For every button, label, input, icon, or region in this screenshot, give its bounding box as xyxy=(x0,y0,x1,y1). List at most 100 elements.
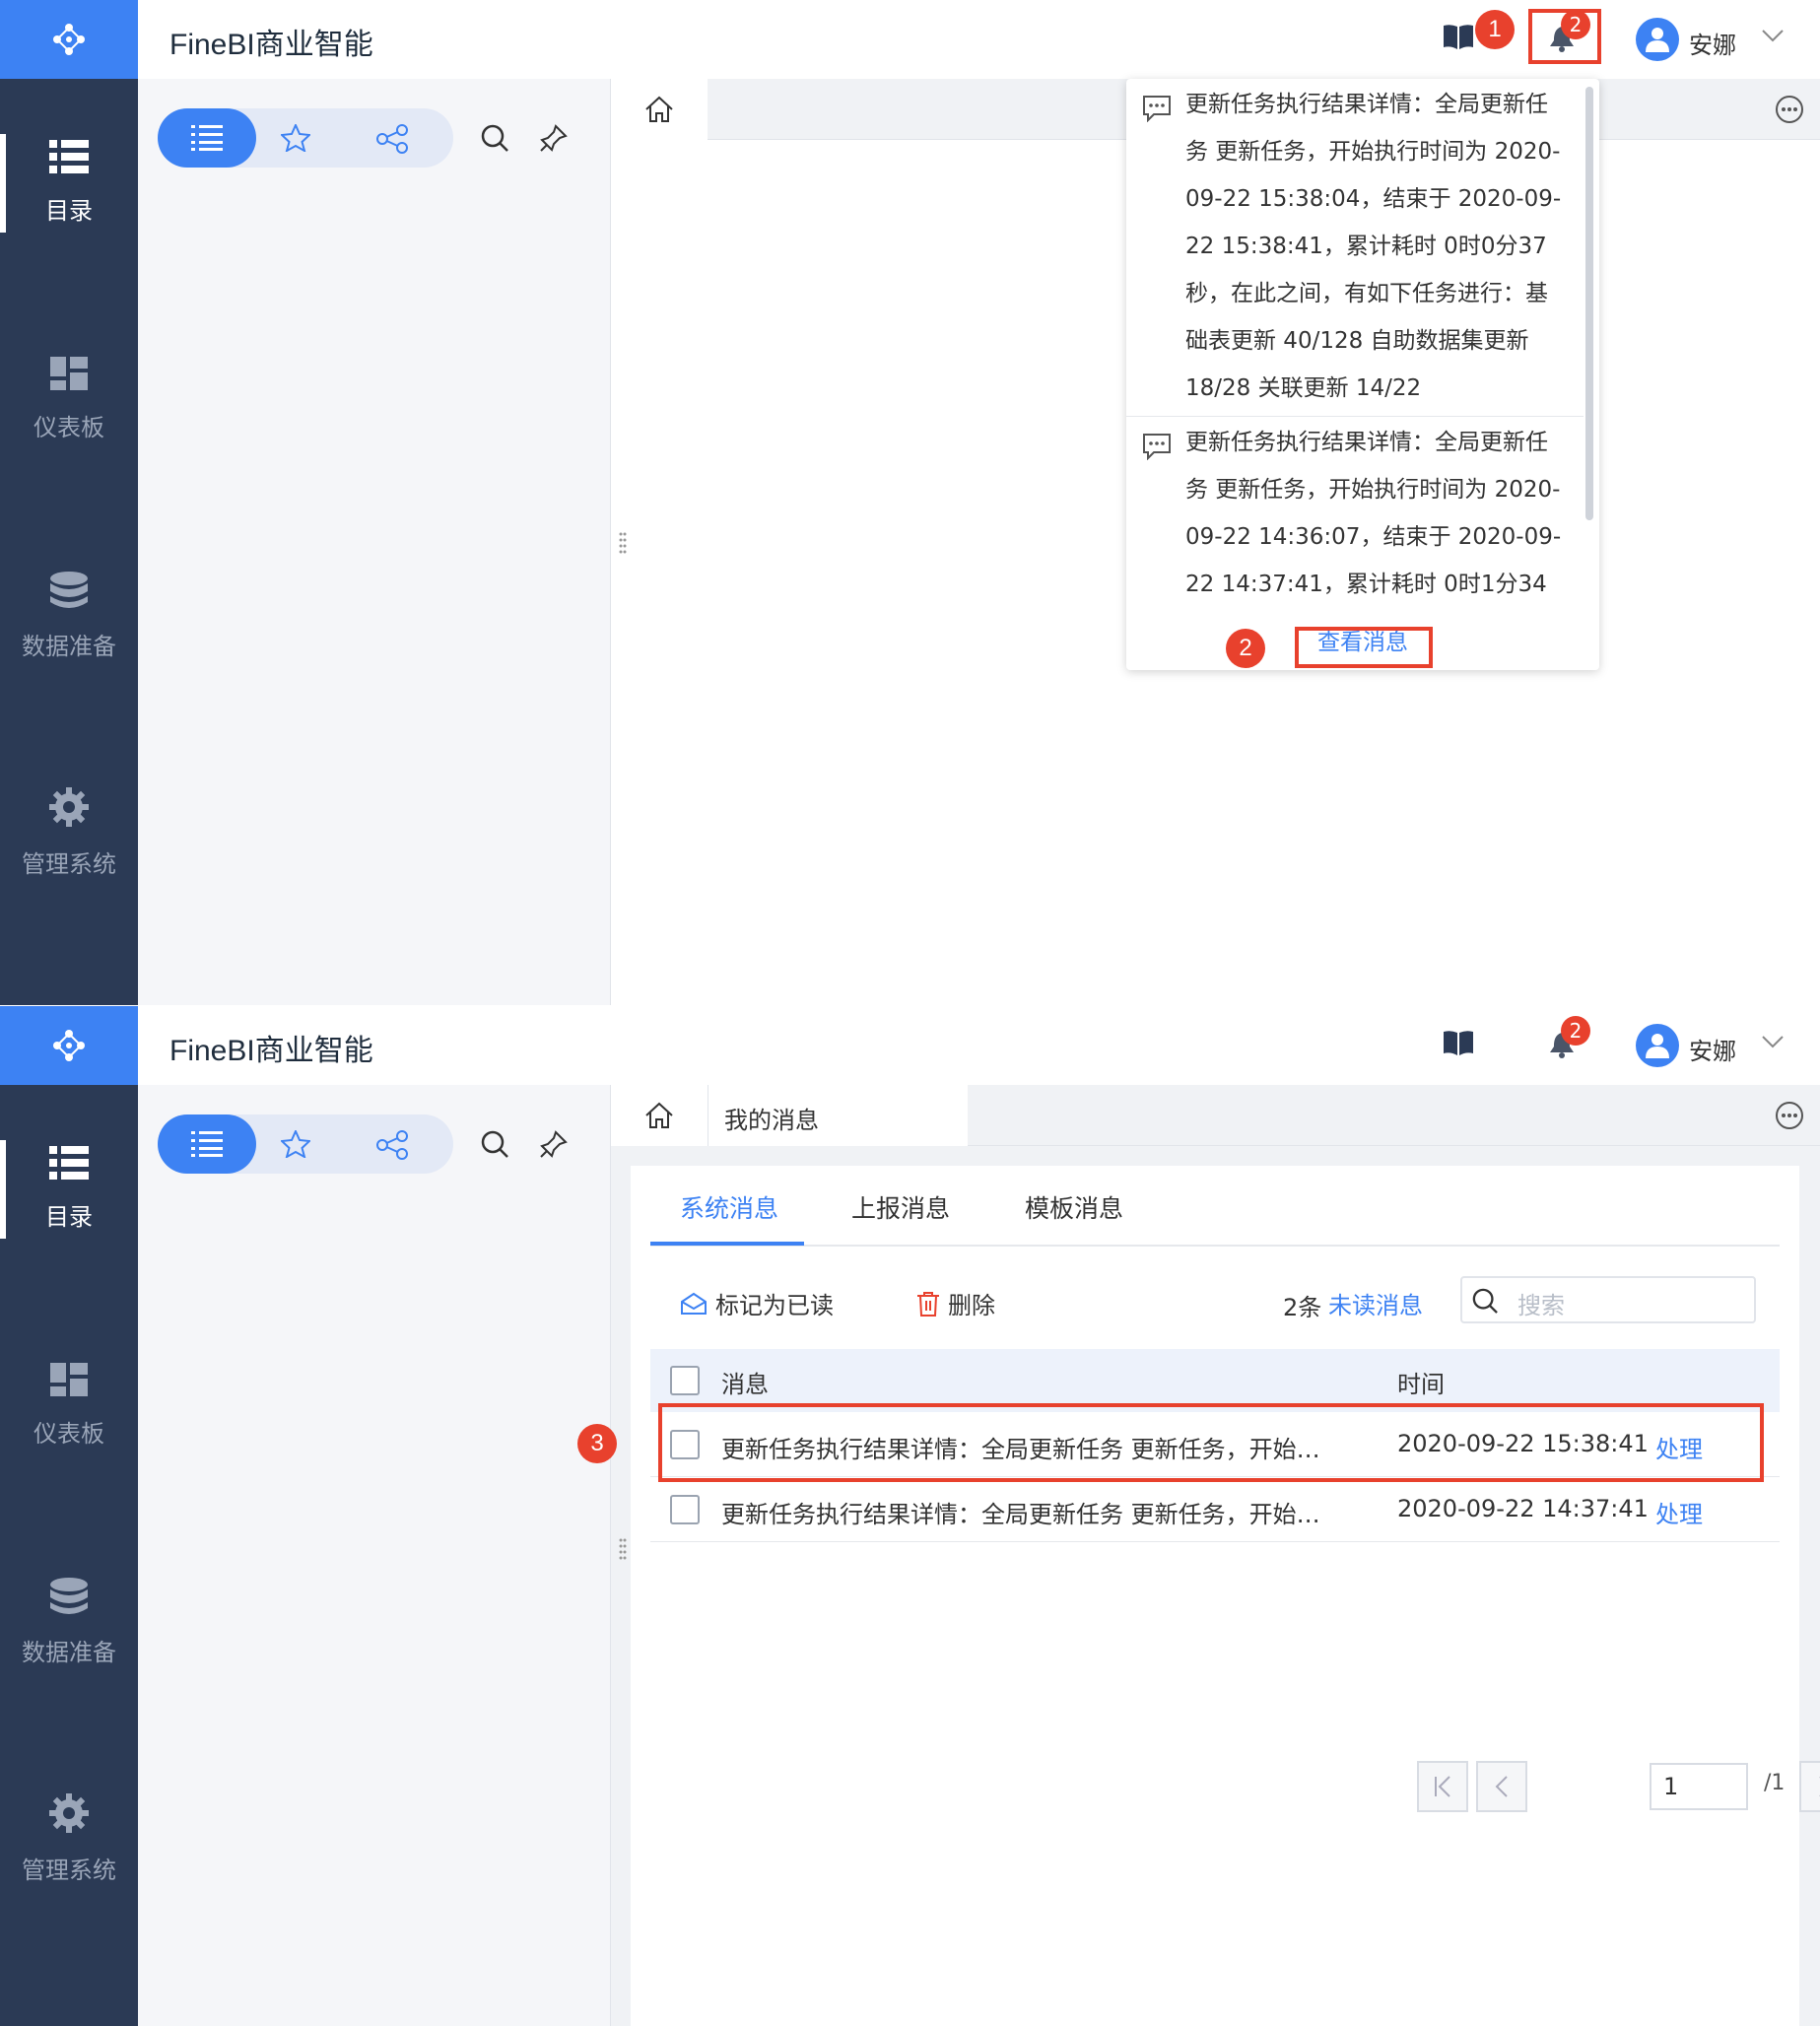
tab-home[interactable] xyxy=(611,79,708,140)
notification-list[interactable]: 更新任务执行结果详情：全局更新任务 更新任务，开始执行时间为 2020-09-2… xyxy=(1126,79,1584,619)
nav-item-admin[interactable]: 管理系统 xyxy=(0,1765,138,1913)
next-page-button[interactable] xyxy=(1799,1761,1820,1812)
app-title: FineBI商业智能 xyxy=(169,1035,373,1067)
unread-filter-link[interactable]: 未读消息 xyxy=(1328,1286,1423,1320)
nav-item-dashboard[interactable]: 仪表板 xyxy=(0,325,138,473)
user-name[interactable]: 安娜 xyxy=(1689,26,1736,60)
row-time: 2020-09-22 14:37:41 xyxy=(1397,1495,1649,1522)
logo[interactable] xyxy=(0,0,138,79)
user-menu-chevron[interactable] xyxy=(1762,1034,1784,1052)
nav-label: 目录 xyxy=(45,196,93,225)
avatar[interactable] xyxy=(1636,18,1679,61)
tab-template-messages[interactable]: 模板消息 xyxy=(1025,1189,1123,1225)
column-header-message: 消息 xyxy=(721,1371,769,1398)
screenshot-messages-page: 目录 仪表板 数据准备 管理系统 FineBI商业智能 2 安娜 我的消息 系统… xyxy=(0,1006,1820,2026)
tab-label: 我的消息 xyxy=(724,1107,819,1134)
message-count: 2条 xyxy=(1283,1294,1322,1321)
logo[interactable] xyxy=(0,1006,138,1085)
nav-label: 管理系统 xyxy=(22,849,116,878)
nav-label: 管理系统 xyxy=(22,1856,116,1884)
page-total: /1 xyxy=(1764,1771,1786,1795)
callout-highlight-first-row xyxy=(658,1403,1764,1482)
callout-highlight-view-messages xyxy=(1295,627,1433,668)
top-header: FineBI商业智能 2 安娜 xyxy=(138,1006,1820,1085)
page-number-input[interactable]: 1 xyxy=(1650,1763,1748,1810)
nav-item-catalog[interactable]: 目录 xyxy=(0,108,138,256)
message-search-input[interactable]: 搜索 xyxy=(1460,1276,1756,1323)
select-all-checkbox[interactable] xyxy=(670,1366,700,1395)
directory-pin-button[interactable] xyxy=(540,1130,568,1162)
notification-item[interactable]: 更新任务执行结果详情：全局更新任务 更新任务，开始执行时间为 2020-09-2… xyxy=(1126,79,1584,416)
nav-item-catalog[interactable]: 目录 xyxy=(0,1114,138,1262)
tab-my-messages[interactable]: 我的消息 xyxy=(708,1085,968,1146)
screenshot-popup-view: 目录 仪表板 数据准备 管理系统 FineBI商业智能 2 安娜 更新任务执行结… xyxy=(0,0,1820,1005)
nav-item-data-prep[interactable]: 数据准备 xyxy=(0,542,138,690)
directory-pin-button[interactable] xyxy=(540,124,568,156)
tab-reported-messages[interactable]: 上报消息 xyxy=(851,1189,950,1225)
gear-icon xyxy=(49,1792,89,1833)
tab-bar: 我的消息 xyxy=(611,1085,1820,1146)
view-list-button[interactable] xyxy=(158,108,256,168)
view-shared-button[interactable] xyxy=(376,124,408,158)
nav-item-admin[interactable]: 管理系统 xyxy=(0,759,138,907)
user-menu-chevron[interactable] xyxy=(1762,28,1784,46)
tab-home[interactable] xyxy=(611,1085,708,1146)
avatar[interactable] xyxy=(1636,1024,1679,1067)
nav-label: 仪表板 xyxy=(34,1419,104,1448)
search-icon xyxy=(1472,1288,1498,1314)
panel-resize-handle[interactable] xyxy=(619,532,627,560)
search-icon xyxy=(481,124,508,152)
messages-content: 系统消息 上报消息 模板消息 标记为已读 删除 2条 未读消息 搜索 消息 时间… xyxy=(631,1166,1820,2026)
help-book-button[interactable] xyxy=(1444,24,1473,53)
notification-item[interactable]: 更新任务执行结果详情：全局更新任务 更新任务，开始执行时间为 2020-09-2… xyxy=(1126,416,1584,619)
row-message[interactable]: 更新任务执行结果详情：全局更新任务 更新任务，开始执... xyxy=(721,1495,1332,1529)
first-page-button[interactable] xyxy=(1417,1761,1468,1812)
row-checkbox[interactable] xyxy=(670,1495,700,1524)
nav-item-data-prep[interactable]: 数据准备 xyxy=(0,1548,138,1696)
page-number: 1 xyxy=(1663,1773,1679,1800)
row-process-link[interactable]: 处理 xyxy=(1655,1495,1703,1529)
view-list-button[interactable] xyxy=(158,1114,256,1174)
first-page-icon xyxy=(1435,1776,1450,1797)
message-icon xyxy=(1143,96,1171,122)
dashboard-icon xyxy=(50,1362,88,1396)
directory-panel xyxy=(138,79,611,1005)
share-icon xyxy=(376,1130,408,1160)
book-icon xyxy=(1444,25,1473,49)
home-icon xyxy=(645,96,673,122)
search-icon xyxy=(481,1130,508,1158)
directory-panel xyxy=(138,1085,611,2026)
pin-icon xyxy=(540,1130,568,1158)
list-icon xyxy=(49,1145,89,1180)
more-icon xyxy=(1776,96,1803,123)
directory-view-switch xyxy=(158,108,453,168)
logo-icon xyxy=(53,24,85,55)
more-options-button[interactable] xyxy=(1775,1101,1804,1134)
prev-page-button[interactable] xyxy=(1476,1761,1527,1812)
view-shared-button[interactable] xyxy=(376,1130,408,1164)
help-book-button[interactable] xyxy=(1444,1030,1473,1059)
dashboard-icon xyxy=(50,356,88,390)
home-icon xyxy=(645,1102,673,1128)
delete-button[interactable]: 删除 xyxy=(916,1286,995,1320)
callout-step-2: 2 xyxy=(1226,629,1265,668)
user-name[interactable]: 安娜 xyxy=(1689,1032,1736,1066)
list-icon xyxy=(191,125,223,151)
more-options-button[interactable] xyxy=(1775,95,1804,128)
database-icon xyxy=(50,1577,88,1614)
mark-read-button[interactable]: 标记为已读 xyxy=(680,1286,834,1320)
directory-search-button[interactable] xyxy=(481,124,508,156)
view-favorites-button[interactable] xyxy=(279,1128,312,1162)
popup-scrollbar[interactable] xyxy=(1585,87,1593,520)
notification-popup: 更新任务执行结果详情：全局更新任务 更新任务，开始执行时间为 2020-09-2… xyxy=(1126,79,1599,670)
view-favorites-button[interactable] xyxy=(279,122,312,156)
table-row[interactable]: 更新任务执行结果详情：全局更新任务 更新任务，开始执... 2020-09-22… xyxy=(650,1477,1780,1542)
panel-resize-handle[interactable] xyxy=(619,1538,627,1566)
chevron-left-icon xyxy=(1495,1776,1508,1797)
directory-search-button[interactable] xyxy=(481,1130,508,1162)
column-header-time: 时间 xyxy=(1397,1371,1445,1398)
chevron-down-icon xyxy=(1762,30,1784,42)
nav-label: 仪表板 xyxy=(34,413,104,441)
tab-system-messages[interactable]: 系统消息 xyxy=(680,1189,778,1225)
nav-item-dashboard[interactable]: 仪表板 xyxy=(0,1331,138,1479)
